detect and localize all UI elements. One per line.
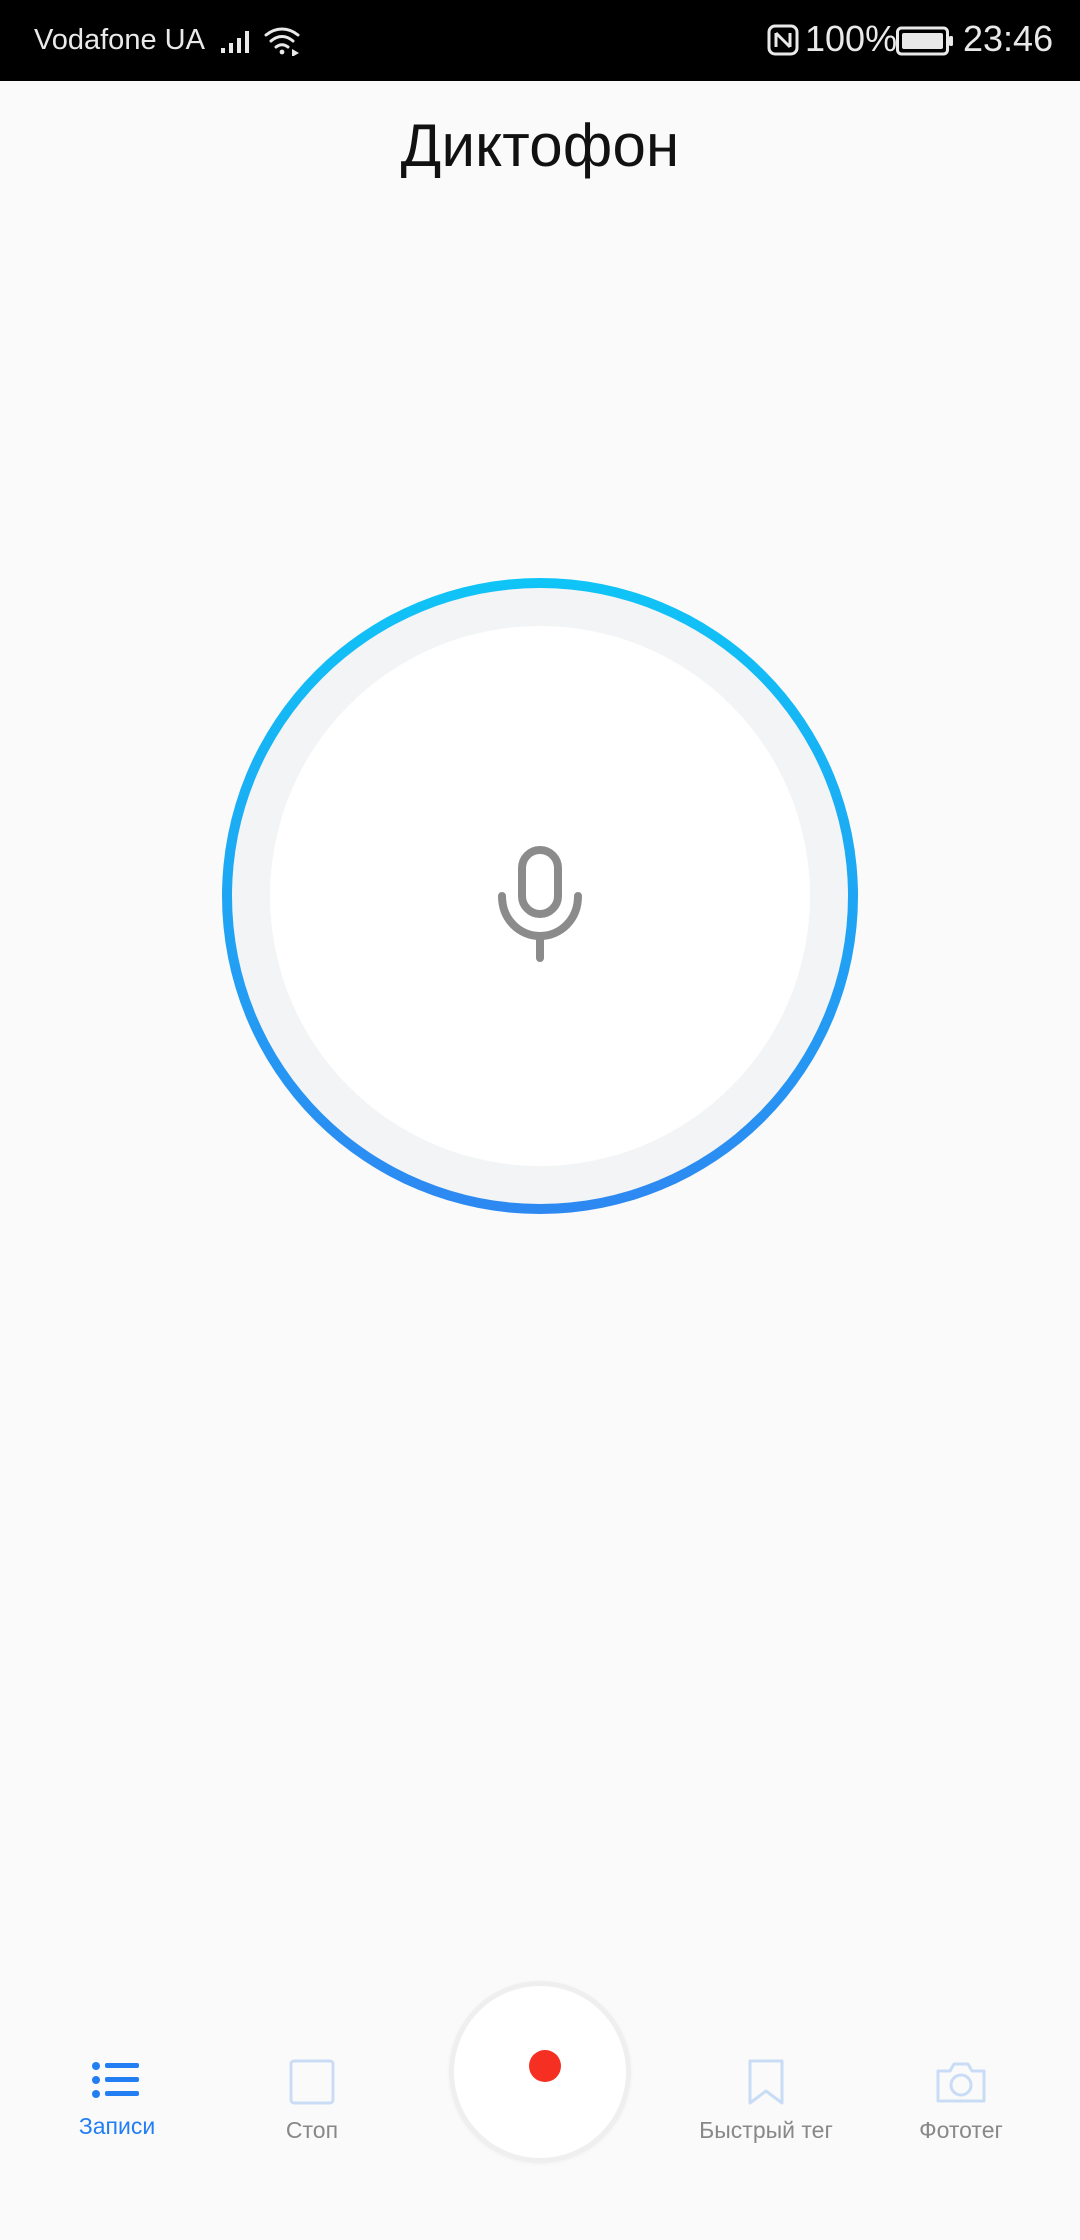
nav-item-stop[interactable]: Стоп bbox=[222, 2058, 402, 2144]
nav-label-photo-tag: Фототег bbox=[919, 2117, 1003, 2143]
nav-label-records: Записи bbox=[78, 2113, 156, 2139]
nav-label-quick-tag: Быстрый тег bbox=[699, 2117, 833, 2143]
nav-item-quick-tag[interactable]: Быстрый тег bbox=[676, 2058, 856, 2144]
carrier-name: Vodafone UA bbox=[34, 24, 205, 56]
list-icon bbox=[92, 2062, 139, 2098]
bottom-navigation: Записи Стоп Быстрый тег Фототег bbox=[0, 1960, 1080, 2240]
clock: 23:46 bbox=[963, 18, 1054, 59]
nfc-icon bbox=[767, 24, 799, 56]
camera-icon bbox=[936, 2062, 986, 2103]
battery-percent: 100% bbox=[805, 18, 898, 59]
recording-visualizer bbox=[216, 572, 864, 1220]
signal-icon bbox=[221, 31, 249, 53]
wifi-icon bbox=[264, 27, 300, 56]
status-bar: Vodafone UA 100% 23:46 bbox=[0, 0, 1080, 81]
voice-recorder-screen: Vodafone UA 100% 23:46 Диктофон Записи С… bbox=[0, 0, 1080, 2240]
page-title: Диктофон bbox=[400, 112, 680, 179]
nav-label-stop: Стоп bbox=[285, 2117, 339, 2143]
nav-item-photo-tag[interactable]: Фототег bbox=[871, 2058, 1051, 2144]
recording-ring bbox=[222, 578, 858, 1214]
stop-icon bbox=[289, 2059, 335, 2105]
nav-item-records[interactable]: Записи bbox=[27, 2058, 207, 2140]
bookmark-icon bbox=[748, 2059, 784, 2105]
battery-icon bbox=[896, 26, 953, 56]
record-icon bbox=[529, 2050, 561, 2082]
record-button[interactable] bbox=[449, 1981, 631, 2163]
